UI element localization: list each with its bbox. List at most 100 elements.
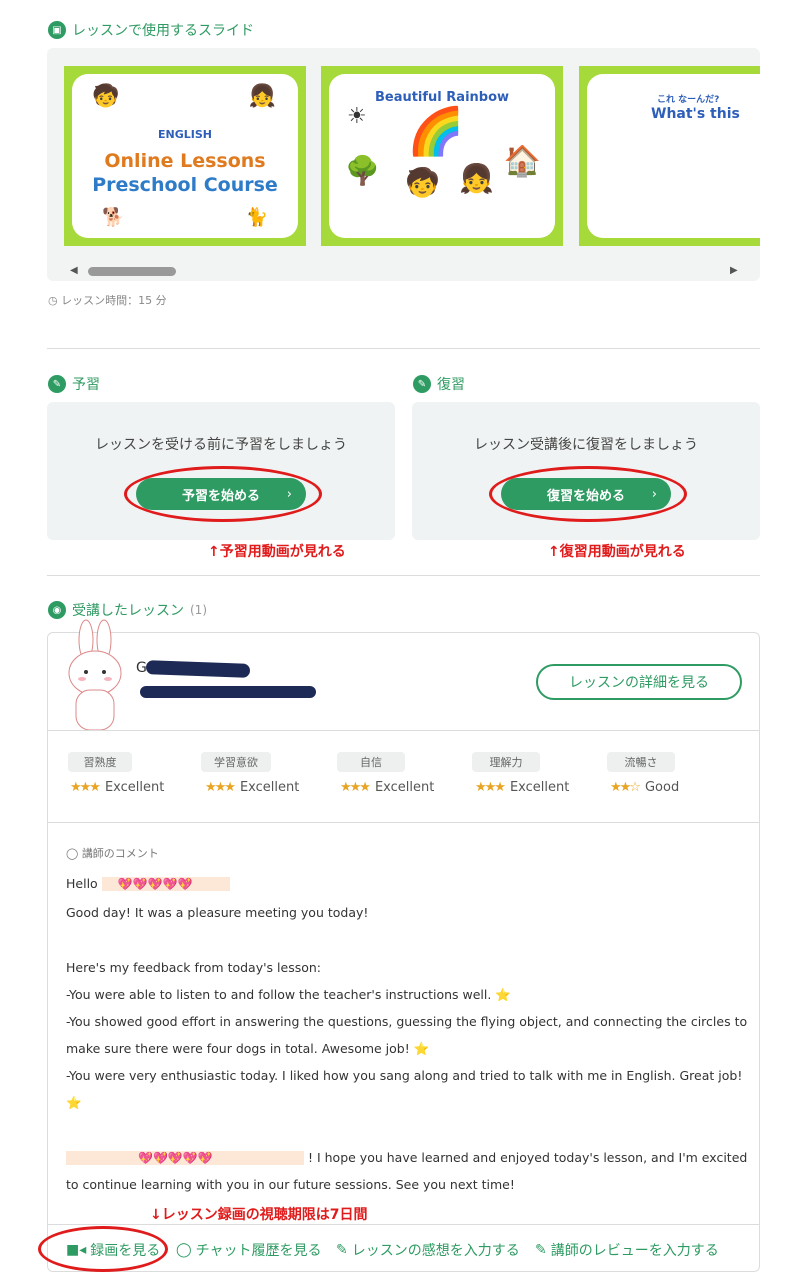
- comment-hello-line: Hello 💖💖💖💖💖: [66, 876, 230, 891]
- slide-1-title: Online Lessons: [104, 150, 266, 172]
- comment-line: -You were very enthusiastic today. I lik…: [66, 1068, 743, 1083]
- leaf-icon: ✎: [413, 375, 431, 393]
- kid-icon: 👧: [459, 162, 494, 195]
- clock-icon: ◷: [48, 294, 58, 307]
- slide-1-label: ENGLISH: [158, 128, 212, 141]
- taken-section-title: ◉ 受講したレッスン (1): [48, 600, 207, 620]
- recording-annotation: ↓レッスン録画の視聴期限は7日間: [150, 1207, 368, 1223]
- slides-carousel[interactable]: ENGLISH Online Lessons Preschool Course …: [47, 48, 760, 281]
- review-annotation: ↑復習用動画が見れる: [548, 544, 686, 560]
- dog-icon: 🐕: [102, 207, 125, 228]
- metric-value: Excellent: [239, 780, 300, 795]
- cat-icon: 🐈: [245, 207, 268, 228]
- horizontal-scrollbar[interactable]: [88, 267, 176, 276]
- metric-label-understanding: 理解力: [472, 752, 540, 772]
- divider: [48, 730, 759, 731]
- review-section-title: ✎ 復習: [413, 374, 465, 394]
- pencil-icon: ✎: [535, 1242, 547, 1258]
- comment-closing-line: 💖💖💖💖💖 ! I hope you have learned and enjo…: [66, 1150, 747, 1165]
- slides-section-title: ▣ レッスンで使用するスライド: [48, 20, 254, 40]
- lesson-detail-button[interactable]: レッスンの詳細を見る: [536, 664, 742, 700]
- comment-header: ◯ 講師のコメント: [66, 845, 159, 861]
- slides-icon: ▣: [48, 21, 66, 39]
- star-rating-icon: ★★★: [205, 780, 236, 795]
- kid-icon: 👧: [248, 84, 276, 109]
- metric-label-confidence: 自信: [337, 752, 405, 772]
- lesson-card: [47, 632, 760, 1272]
- house-icon: 🏠: [503, 144, 541, 179]
- comment-hello: Hello: [66, 876, 98, 891]
- annotation-ellipse: [38, 1226, 168, 1272]
- pencil-icon: ✎: [336, 1242, 348, 1258]
- divider: [47, 348, 760, 349]
- lesson-impression-label: レッスンの感想を入力する: [351, 1243, 520, 1259]
- slide-3-title: What's this: [651, 106, 740, 122]
- metric-confidence: ★★★ Excellent: [340, 780, 434, 795]
- star-rating-icon: ★★☆: [610, 780, 641, 795]
- chat-history-label: チャット履歴を見る: [195, 1243, 322, 1259]
- hearts-highlight: 💖💖💖💖💖: [101, 877, 230, 891]
- divider: [48, 822, 759, 823]
- chat-bubble-icon: ◉: [48, 601, 66, 619]
- comment-line: Here's my feedback from today's lesson:: [66, 960, 322, 975]
- comment-line: ! I hope you have learned and enjoyed to…: [307, 1150, 748, 1165]
- metric-label-fluency: 流暢さ: [607, 752, 675, 772]
- slide-1[interactable]: ENGLISH Online Lessons Preschool Course …: [64, 66, 306, 246]
- comment-line: -You showed good effort in answering the…: [66, 1014, 748, 1029]
- divider: [48, 1224, 759, 1225]
- divider: [47, 575, 760, 576]
- star-rating-icon: ★★★: [70, 780, 101, 795]
- slide-2-title: Beautiful Rainbow: [374, 90, 510, 105]
- preview-annotation: ↑予習用動画が見れる: [208, 544, 346, 560]
- slide-1-subtitle: Preschool Course: [92, 174, 278, 196]
- review-title-text: 復習: [437, 377, 465, 393]
- metric-value: Excellent: [509, 780, 570, 795]
- comment-line: Good day! It was a pleasure meeting you …: [66, 905, 369, 920]
- lesson-impression-link[interactable]: ✎ レッスンの感想を入力する: [336, 1240, 520, 1260]
- comment-line: ⭐: [66, 1095, 82, 1110]
- tree-icon: 🌳: [345, 154, 380, 187]
- scroll-right-icon[interactable]: ▶: [730, 265, 738, 276]
- comment-line: make sure there were four dogs in total.…: [66, 1041, 430, 1056]
- speech-bubble-icon: ◯: [66, 847, 79, 860]
- rainbow-icon: 🌈: [407, 104, 465, 158]
- metric-proficiency: ★★★ Excellent: [70, 780, 164, 795]
- slide-2[interactable]: Beautiful Rainbow 🌈 ☀ 🌳 🧒 👧 🏠: [321, 66, 563, 246]
- scroll-left-icon[interactable]: ◀: [70, 265, 78, 276]
- taken-title-text: 受講したレッスン: [72, 603, 184, 619]
- star-rating-icon: ★★★: [475, 780, 506, 795]
- kid-icon: 🧒: [92, 84, 120, 109]
- annotation-ellipse: [124, 466, 322, 522]
- metric-value: Excellent: [374, 780, 435, 795]
- star-rating-icon: ★★★: [340, 780, 371, 795]
- taken-count: (1): [190, 603, 207, 617]
- metric-label-proficiency: 習熟度: [68, 752, 132, 772]
- metric-fluency: ★★☆ Good: [610, 780, 679, 795]
- annotation-ellipse: [489, 466, 687, 522]
- redaction-bar: [140, 686, 316, 698]
- slides-title-text: レッスンで使用するスライド: [72, 23, 254, 39]
- metric-value: Good: [644, 780, 680, 795]
- sun-icon: ☀: [347, 104, 367, 129]
- teacher-review-link[interactable]: ✎ 講師のレビューを入力する: [535, 1240, 719, 1260]
- preview-message: レッスンを受ける前に予習をしましょう: [95, 437, 347, 453]
- lesson-time: ◷ レッスン時間：15 分: [48, 292, 167, 308]
- metric-motivation: ★★★ Excellent: [205, 780, 299, 795]
- slide-3[interactable]: これ なーんだ? What's this: [579, 66, 760, 246]
- metric-value: Excellent: [104, 780, 165, 795]
- chat-history-link[interactable]: ◯ チャット履歴を見る: [176, 1240, 322, 1260]
- slide-3-caption: これ なーんだ?: [657, 95, 720, 105]
- comment-line: to continue learning with you in our fut…: [66, 1177, 515, 1192]
- avatar: [62, 618, 132, 738]
- preview-section-title: ✎ 予習: [48, 374, 100, 394]
- comment-header-text: 講師のコメント: [81, 847, 159, 860]
- teacher-review-label: 講師のレビューを入力する: [550, 1243, 719, 1259]
- metric-label-motivation: 学習意欲: [201, 752, 271, 772]
- leaf-icon: ✎: [48, 375, 66, 393]
- hearts-highlight: 💖💖💖💖💖: [66, 1151, 304, 1165]
- lesson-time-text: レッスン時間：15 分: [61, 294, 167, 307]
- comment-line: -You were able to listen to and follow t…: [66, 987, 511, 1002]
- metric-understanding: ★★★ Excellent: [475, 780, 569, 795]
- review-message: レッスン受講後に復習をしましょう: [474, 437, 698, 453]
- kid-icon: 🧒: [405, 166, 440, 199]
